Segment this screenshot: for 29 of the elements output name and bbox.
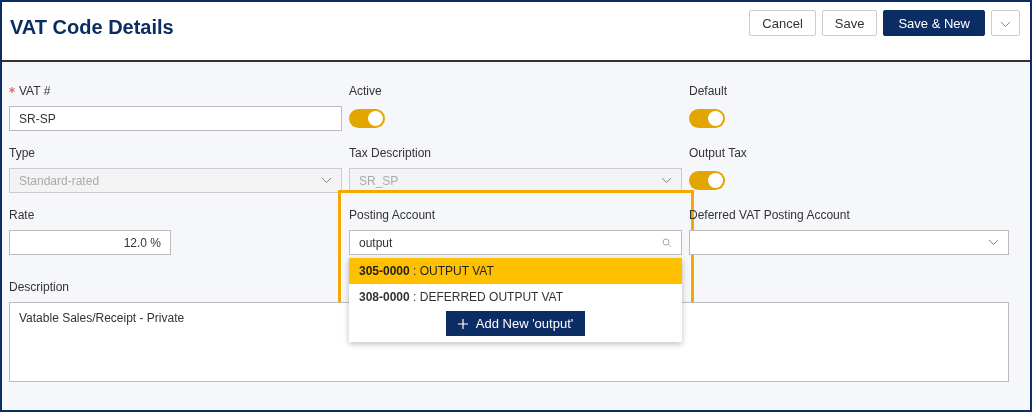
field-label: VAT # [9, 84, 342, 100]
chevron-down-icon [321, 177, 332, 184]
chevron-down-icon [1000, 20, 1011, 28]
search-field[interactable]: output [349, 230, 682, 255]
field-label: Rate [9, 208, 36, 224]
text-field[interactable]: SR-SP [9, 106, 342, 131]
toggle-switch[interactable] [689, 171, 725, 190]
field-label: Active [349, 84, 383, 100]
toggle-switch[interactable] [689, 109, 725, 128]
search-icon [662, 237, 672, 248]
field-label: Output Tax [689, 146, 748, 162]
save-new-button[interactable]: Save & New [883, 10, 985, 36]
plus-icon [457, 318, 468, 329]
field-label: Description [9, 280, 71, 296]
chevron-down-icon [661, 177, 672, 184]
toggle-switch[interactable] [349, 109, 385, 128]
rate-field[interactable]: 12.0 % [9, 230, 171, 255]
add-new-button[interactable]: Add New 'output' [445, 311, 586, 336]
select-field[interactable] [689, 230, 1009, 255]
field-label: Default [689, 84, 729, 100]
field-label: Tax Description [349, 146, 433, 162]
field-label: Type [9, 146, 36, 162]
page-title: VAT Code Details [10, 16, 174, 39]
action-button[interactable]: Cancel [749, 10, 816, 36]
action-button[interactable]: Save [821, 10, 878, 36]
dropdown-option[interactable]: 305-0000 : OUTPUT VAT [349, 258, 682, 284]
chevron-down-icon [988, 239, 999, 246]
field-label: Posting Account [349, 208, 437, 224]
more-menu-button[interactable] [991, 10, 1020, 36]
